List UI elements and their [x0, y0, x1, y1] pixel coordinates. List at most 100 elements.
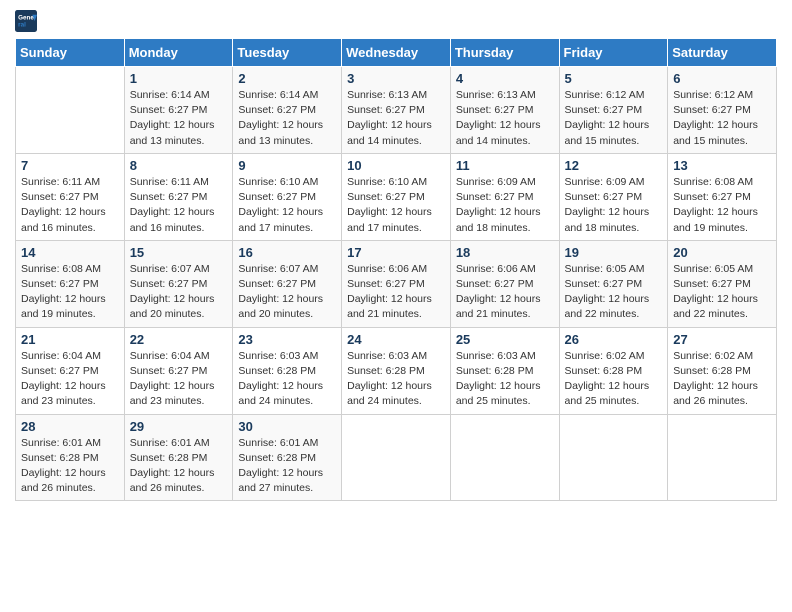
- day-info: Sunrise: 6:09 AM Sunset: 6:27 PM Dayligh…: [565, 175, 663, 236]
- day-info: Sunrise: 6:08 AM Sunset: 6:27 PM Dayligh…: [673, 175, 771, 236]
- day-number: 3: [347, 71, 445, 86]
- day-info: Sunrise: 6:04 AM Sunset: 6:27 PM Dayligh…: [130, 349, 228, 410]
- day-info: Sunrise: 6:01 AM Sunset: 6:28 PM Dayligh…: [238, 436, 336, 497]
- day-number: 19: [565, 245, 663, 260]
- day-cell: 21 Sunrise: 6:04 AM Sunset: 6:27 PM Dayli…: [16, 327, 125, 414]
- day-cell: 27 Sunrise: 6:02 AM Sunset: 6:28 PM Dayli…: [668, 327, 777, 414]
- day-number: 12: [565, 158, 663, 173]
- day-info: Sunrise: 6:11 AM Sunset: 6:27 PM Dayligh…: [21, 175, 119, 236]
- day-info: Sunrise: 6:04 AM Sunset: 6:27 PM Dayligh…: [21, 349, 119, 410]
- day-number: 15: [130, 245, 228, 260]
- day-cell: 17 Sunrise: 6:06 AM Sunset: 6:27 PM Dayli…: [342, 240, 451, 327]
- day-cell: 30 Sunrise: 6:01 AM Sunset: 6:28 PM Dayli…: [233, 414, 342, 501]
- day-info: Sunrise: 6:07 AM Sunset: 6:27 PM Dayligh…: [130, 262, 228, 323]
- day-info: Sunrise: 6:14 AM Sunset: 6:27 PM Dayligh…: [238, 88, 336, 149]
- week-row-5: 28 Sunrise: 6:01 AM Sunset: 6:28 PM Dayli…: [16, 414, 777, 501]
- day-number: 9: [238, 158, 336, 173]
- day-cell: 8 Sunrise: 6:11 AM Sunset: 6:27 PM Daylig…: [124, 153, 233, 240]
- day-cell: 2 Sunrise: 6:14 AM Sunset: 6:27 PM Daylig…: [233, 67, 342, 154]
- day-number: 13: [673, 158, 771, 173]
- page-header: Gene ral: [15, 10, 777, 32]
- day-info: Sunrise: 6:02 AM Sunset: 6:28 PM Dayligh…: [673, 349, 771, 410]
- day-info: Sunrise: 6:13 AM Sunset: 6:27 PM Dayligh…: [456, 88, 554, 149]
- day-number: 25: [456, 332, 554, 347]
- day-cell: 18 Sunrise: 6:06 AM Sunset: 6:27 PM Dayli…: [450, 240, 559, 327]
- day-number: 21: [21, 332, 119, 347]
- day-number: 29: [130, 419, 228, 434]
- day-number: 18: [456, 245, 554, 260]
- day-cell: 9 Sunrise: 6:10 AM Sunset: 6:27 PM Daylig…: [233, 153, 342, 240]
- day-number: 23: [238, 332, 336, 347]
- day-number: 7: [21, 158, 119, 173]
- day-info: Sunrise: 6:03 AM Sunset: 6:28 PM Dayligh…: [347, 349, 445, 410]
- day-info: Sunrise: 6:08 AM Sunset: 6:27 PM Dayligh…: [21, 262, 119, 323]
- day-info: Sunrise: 6:10 AM Sunset: 6:27 PM Dayligh…: [238, 175, 336, 236]
- day-number: 8: [130, 158, 228, 173]
- header-cell-wednesday: Wednesday: [342, 39, 451, 67]
- header-cell-tuesday: Tuesday: [233, 39, 342, 67]
- day-cell: 4 Sunrise: 6:13 AM Sunset: 6:27 PM Daylig…: [450, 67, 559, 154]
- day-cell: 24 Sunrise: 6:03 AM Sunset: 6:28 PM Dayli…: [342, 327, 451, 414]
- day-number: 27: [673, 332, 771, 347]
- header-cell-monday: Monday: [124, 39, 233, 67]
- logo-icon: Gene ral: [15, 10, 37, 32]
- day-number: 2: [238, 71, 336, 86]
- day-cell: 19 Sunrise: 6:05 AM Sunset: 6:27 PM Dayli…: [559, 240, 668, 327]
- day-cell: 13 Sunrise: 6:08 AM Sunset: 6:27 PM Dayli…: [668, 153, 777, 240]
- day-cell: 10Sunrise: 6:10 AM Sunset: 6:27 PM Dayli…: [342, 153, 451, 240]
- day-info: Sunrise: 6:05 AM Sunset: 6:27 PM Dayligh…: [673, 262, 771, 323]
- day-cell: 29 Sunrise: 6:01 AM Sunset: 6:28 PM Dayli…: [124, 414, 233, 501]
- day-number: 17: [347, 245, 445, 260]
- logo: Gene ral: [15, 10, 40, 32]
- day-cell: 5Sunrise: 6:12 AM Sunset: 6:27 PM Daylig…: [559, 67, 668, 154]
- header-cell-saturday: Saturday: [668, 39, 777, 67]
- day-info: Sunrise: 6:05 AM Sunset: 6:27 PM Dayligh…: [565, 262, 663, 323]
- day-number: 4: [456, 71, 554, 86]
- day-number: 16: [238, 245, 336, 260]
- day-cell: 16Sunrise: 6:07 AM Sunset: 6:27 PM Dayli…: [233, 240, 342, 327]
- day-info: Sunrise: 6:14 AM Sunset: 6:27 PM Dayligh…: [130, 88, 228, 149]
- header-cell-sunday: Sunday: [16, 39, 125, 67]
- day-number: 30: [238, 419, 336, 434]
- calendar-table: SundayMondayTuesdayWednesdayThursdayFrid…: [15, 38, 777, 501]
- day-number: 10: [347, 158, 445, 173]
- svg-text:ral: ral: [18, 22, 26, 29]
- day-number: 6: [673, 71, 771, 86]
- day-info: Sunrise: 6:02 AM Sunset: 6:28 PM Dayligh…: [565, 349, 663, 410]
- week-row-4: 21 Sunrise: 6:04 AM Sunset: 6:27 PM Dayli…: [16, 327, 777, 414]
- day-cell: 1Sunrise: 6:14 AM Sunset: 6:27 PM Daylig…: [124, 67, 233, 154]
- day-cell: 7 Sunrise: 6:11 AM Sunset: 6:27 PM Daylig…: [16, 153, 125, 240]
- day-info: Sunrise: 6:03 AM Sunset: 6:28 PM Dayligh…: [238, 349, 336, 410]
- day-cell: [668, 414, 777, 501]
- day-cell: 25Sunrise: 6:03 AM Sunset: 6:28 PM Dayli…: [450, 327, 559, 414]
- day-cell: 26 Sunrise: 6:02 AM Sunset: 6:28 PM Dayli…: [559, 327, 668, 414]
- day-number: 14: [21, 245, 119, 260]
- day-number: 28: [21, 419, 119, 434]
- day-cell: 20 Sunrise: 6:05 AM Sunset: 6:27 PM Dayli…: [668, 240, 777, 327]
- day-cell: [342, 414, 451, 501]
- day-number: 26: [565, 332, 663, 347]
- day-cell: 6 Sunrise: 6:12 AM Sunset: 6:27 PM Daylig…: [668, 67, 777, 154]
- day-info: Sunrise: 6:13 AM Sunset: 6:27 PM Dayligh…: [347, 88, 445, 149]
- header-row: SundayMondayTuesdayWednesdayThursdayFrid…: [16, 39, 777, 67]
- day-number: 11: [456, 158, 554, 173]
- day-info: Sunrise: 6:12 AM Sunset: 6:27 PM Dayligh…: [565, 88, 663, 149]
- week-row-2: 7 Sunrise: 6:11 AM Sunset: 6:27 PM Daylig…: [16, 153, 777, 240]
- day-info: Sunrise: 6:09 AM Sunset: 6:27 PM Dayligh…: [456, 175, 554, 236]
- day-cell: 28Sunrise: 6:01 AM Sunset: 6:28 PM Dayli…: [16, 414, 125, 501]
- day-info: Sunrise: 6:11 AM Sunset: 6:27 PM Dayligh…: [130, 175, 228, 236]
- day-number: 24: [347, 332, 445, 347]
- day-info: Sunrise: 6:06 AM Sunset: 6:27 PM Dayligh…: [347, 262, 445, 323]
- header-cell-thursday: Thursday: [450, 39, 559, 67]
- day-cell: [450, 414, 559, 501]
- day-info: Sunrise: 6:01 AM Sunset: 6:28 PM Dayligh…: [130, 436, 228, 497]
- day-number: 20: [673, 245, 771, 260]
- day-cell: 11 Sunrise: 6:09 AM Sunset: 6:27 PM Dayli…: [450, 153, 559, 240]
- day-info: Sunrise: 6:06 AM Sunset: 6:27 PM Dayligh…: [456, 262, 554, 323]
- day-info: Sunrise: 6:12 AM Sunset: 6:27 PM Dayligh…: [673, 88, 771, 149]
- day-cell: 14 Sunrise: 6:08 AM Sunset: 6:27 PM Dayli…: [16, 240, 125, 327]
- day-cell: 15 Sunrise: 6:07 AM Sunset: 6:27 PM Dayli…: [124, 240, 233, 327]
- day-cell: 22Sunrise: 6:04 AM Sunset: 6:27 PM Dayli…: [124, 327, 233, 414]
- week-row-3: 14 Sunrise: 6:08 AM Sunset: 6:27 PM Dayli…: [16, 240, 777, 327]
- svg-text:Gene: Gene: [18, 14, 34, 21]
